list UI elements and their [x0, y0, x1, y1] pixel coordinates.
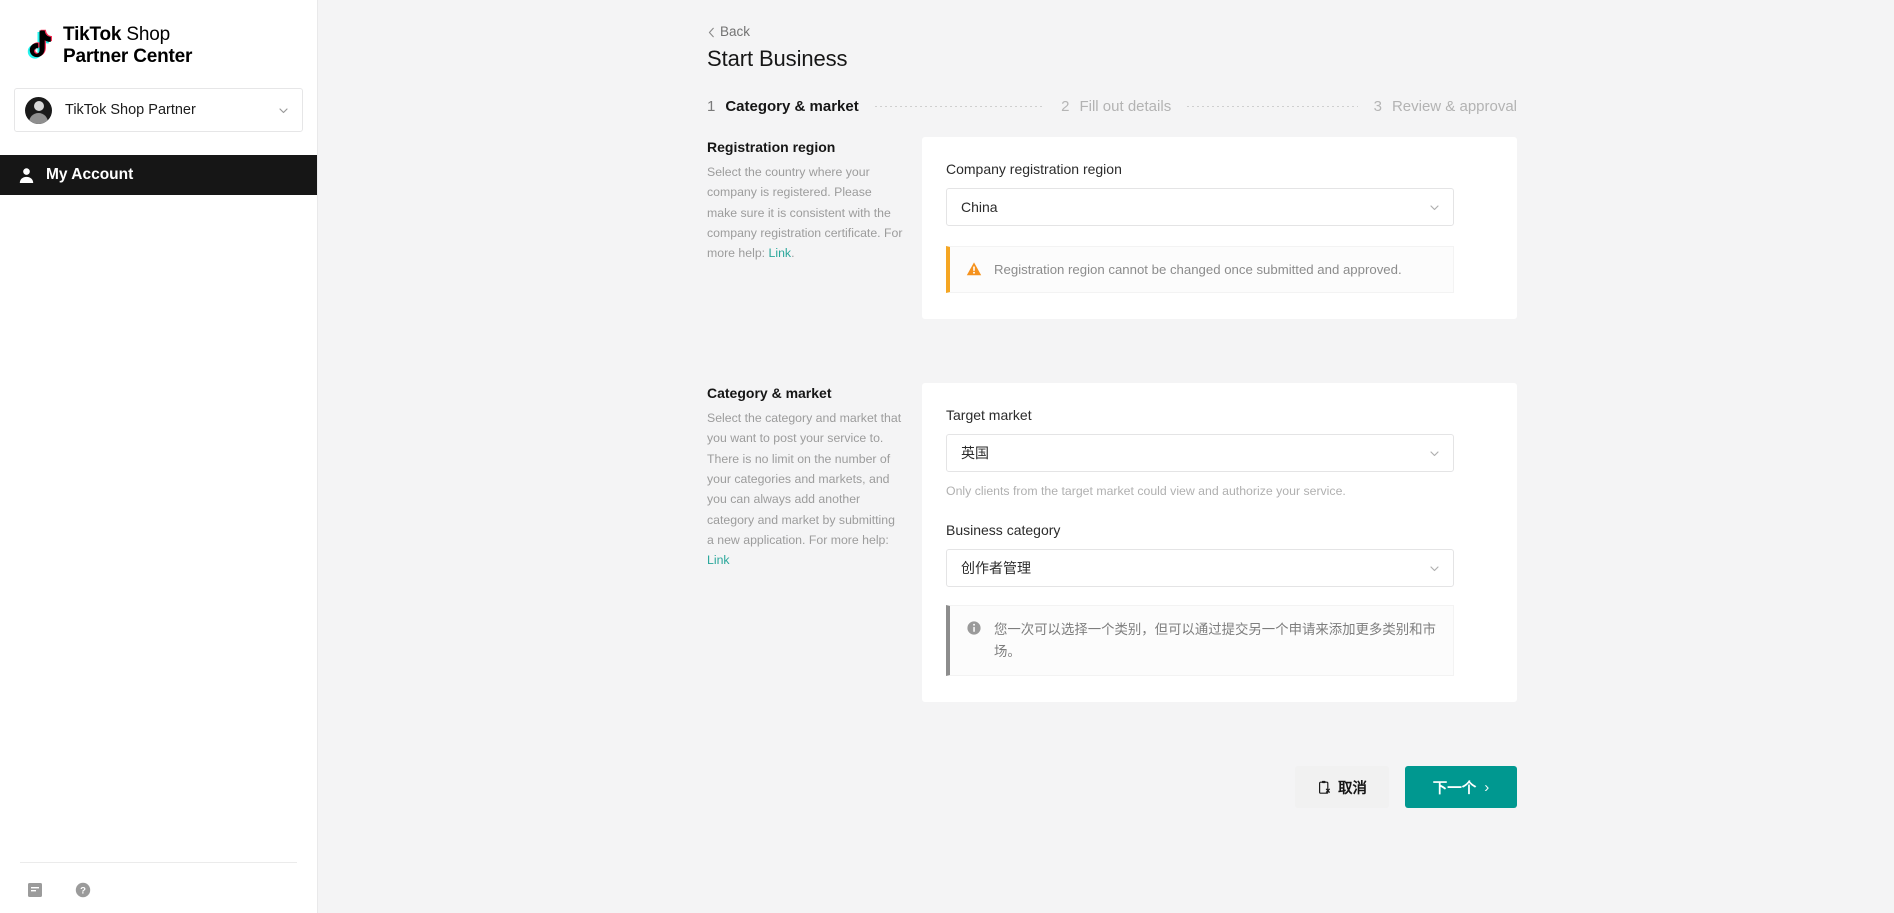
back-label: Back	[720, 24, 751, 39]
section-heading: Registration region	[707, 139, 836, 155]
chevron-down-icon	[1428, 447, 1441, 460]
sidebar-item-my-account[interactable]: My Account	[0, 155, 317, 195]
target-market-select[interactable]: 英国	[946, 434, 1454, 473]
section-description-text: Select the country where your company is…	[707, 165, 903, 261]
section-heading: Category & market	[707, 385, 832, 402]
step-label: Fill out details	[1079, 98, 1172, 115]
selected-value: 创作者管理	[961, 560, 1031, 577]
help-circle-icon[interactable]: ?	[74, 881, 92, 899]
brand-wordmark: TikTok Shop Partner Center	[63, 24, 192, 69]
chevron-left-icon	[707, 26, 716, 38]
back-button[interactable]: Back	[707, 24, 750, 39]
alert-registration-region: Registration region cannot be changed on…	[946, 246, 1454, 294]
company-registration-region-label: Company registration region	[946, 161, 1122, 177]
tiktok-note-icon	[26, 29, 56, 63]
next-button[interactable]: 下一个 ›	[1405, 766, 1517, 809]
alert-text: 您一次可以选择一个类别，但可以通过提交另一个申请来添加更多类别和市场。	[994, 622, 1436, 659]
step-label: Category & market	[725, 98, 859, 115]
next-label: 下一个	[1432, 780, 1477, 797]
book-icon[interactable]	[26, 881, 44, 899]
alert-category-info: 您一次可以选择一个类别，但可以通过提交另一个申请来添加更多类别和市场。	[946, 605, 1454, 677]
sidebar-footer: ?	[0, 862, 317, 913]
step-number: 1	[707, 98, 716, 115]
help-link[interactable]: Link	[707, 553, 730, 567]
person-icon	[17, 166, 36, 185]
main-content: Back Start Business 1 Category & market …	[318, 0, 1894, 913]
section-description: Select the country where your company is…	[707, 162, 904, 263]
step-number: 3	[1373, 98, 1382, 115]
step-connector	[1187, 106, 1358, 107]
step-review-approval[interactable]: 3 Review & approval	[1374, 98, 1517, 115]
brand-logo[interactable]: TikTok Shop Partner Center	[0, 0, 317, 70]
info-circle-icon	[966, 620, 982, 636]
clipboard-x-icon	[1317, 780, 1332, 795]
cancel-button[interactable]: 取消	[1295, 766, 1389, 809]
svg-text:?: ?	[80, 886, 86, 897]
account-selector[interactable]: TikTok Shop Partner	[14, 88, 303, 132]
account-name: TikTok Shop Partner	[65, 102, 196, 118]
app-root: TikTok Shop Partner Center TikTok Shop P…	[0, 0, 1894, 913]
help-link[interactable]: Link	[769, 246, 792, 260]
cancel-label: 取消	[1338, 780, 1367, 797]
selected-value: China	[961, 199, 998, 215]
target-market-label: Target market	[946, 407, 1032, 424]
action-bar: 取消 下一个 ›	[707, 766, 1517, 809]
sidebar-item-label: My Account	[46, 166, 134, 183]
section-description: Select the category and market that you …	[707, 408, 904, 570]
brand-tiktok: TikTok	[63, 23, 122, 45]
brand-shop: Shop	[121, 23, 170, 45]
step-fill-out-details[interactable]: 2 Fill out details	[1061, 98, 1171, 115]
page-title: Start Business	[707, 46, 848, 71]
avatar	[25, 96, 52, 124]
step-connector	[874, 106, 1046, 107]
section-description-tail: .	[791, 246, 795, 261]
chevron-down-icon	[1428, 562, 1441, 575]
target-market-helper: Only clients from the target market coul…	[946, 484, 1346, 499]
section-description-category: Category & market Select the category an…	[707, 383, 922, 570]
warning-triangle-icon	[966, 261, 982, 277]
stepper: 1 Category & market 2 Fill out details 3…	[707, 98, 1517, 115]
business-category-select[interactable]: 创作者管理	[946, 549, 1454, 588]
section-description-text: Select the category and market that you …	[707, 411, 902, 547]
brand-partner-center: Partner Center	[63, 46, 193, 67]
business-category-label: Business category	[946, 522, 1061, 539]
chevron-down-icon	[277, 104, 290, 117]
card-registration-region: Company registration region China Regist…	[922, 137, 1517, 320]
footer-divider	[20, 862, 297, 863]
step-number: 2	[1061, 98, 1070, 115]
chevron-right-icon: ›	[1484, 778, 1490, 796]
step-label: Review & approval	[1391, 98, 1518, 115]
card-category-market: Target market 英国 Only clients from the t…	[922, 383, 1517, 703]
alert-text: Registration region cannot be changed on…	[994, 262, 1402, 277]
chevron-down-icon	[1428, 201, 1441, 214]
section-description-registration: Registration region Select the country w…	[707, 137, 922, 263]
section-registration-region: Registration region Select the country w…	[707, 137, 1517, 320]
company-registration-region-select[interactable]: China	[946, 188, 1454, 226]
sidebar: TikTok Shop Partner Center TikTok Shop P…	[0, 0, 318, 913]
step-category-market[interactable]: 1 Category & market	[707, 98, 859, 115]
section-category-market: Category & market Select the category an…	[707, 383, 1517, 703]
selected-value: 英国	[961, 445, 989, 462]
